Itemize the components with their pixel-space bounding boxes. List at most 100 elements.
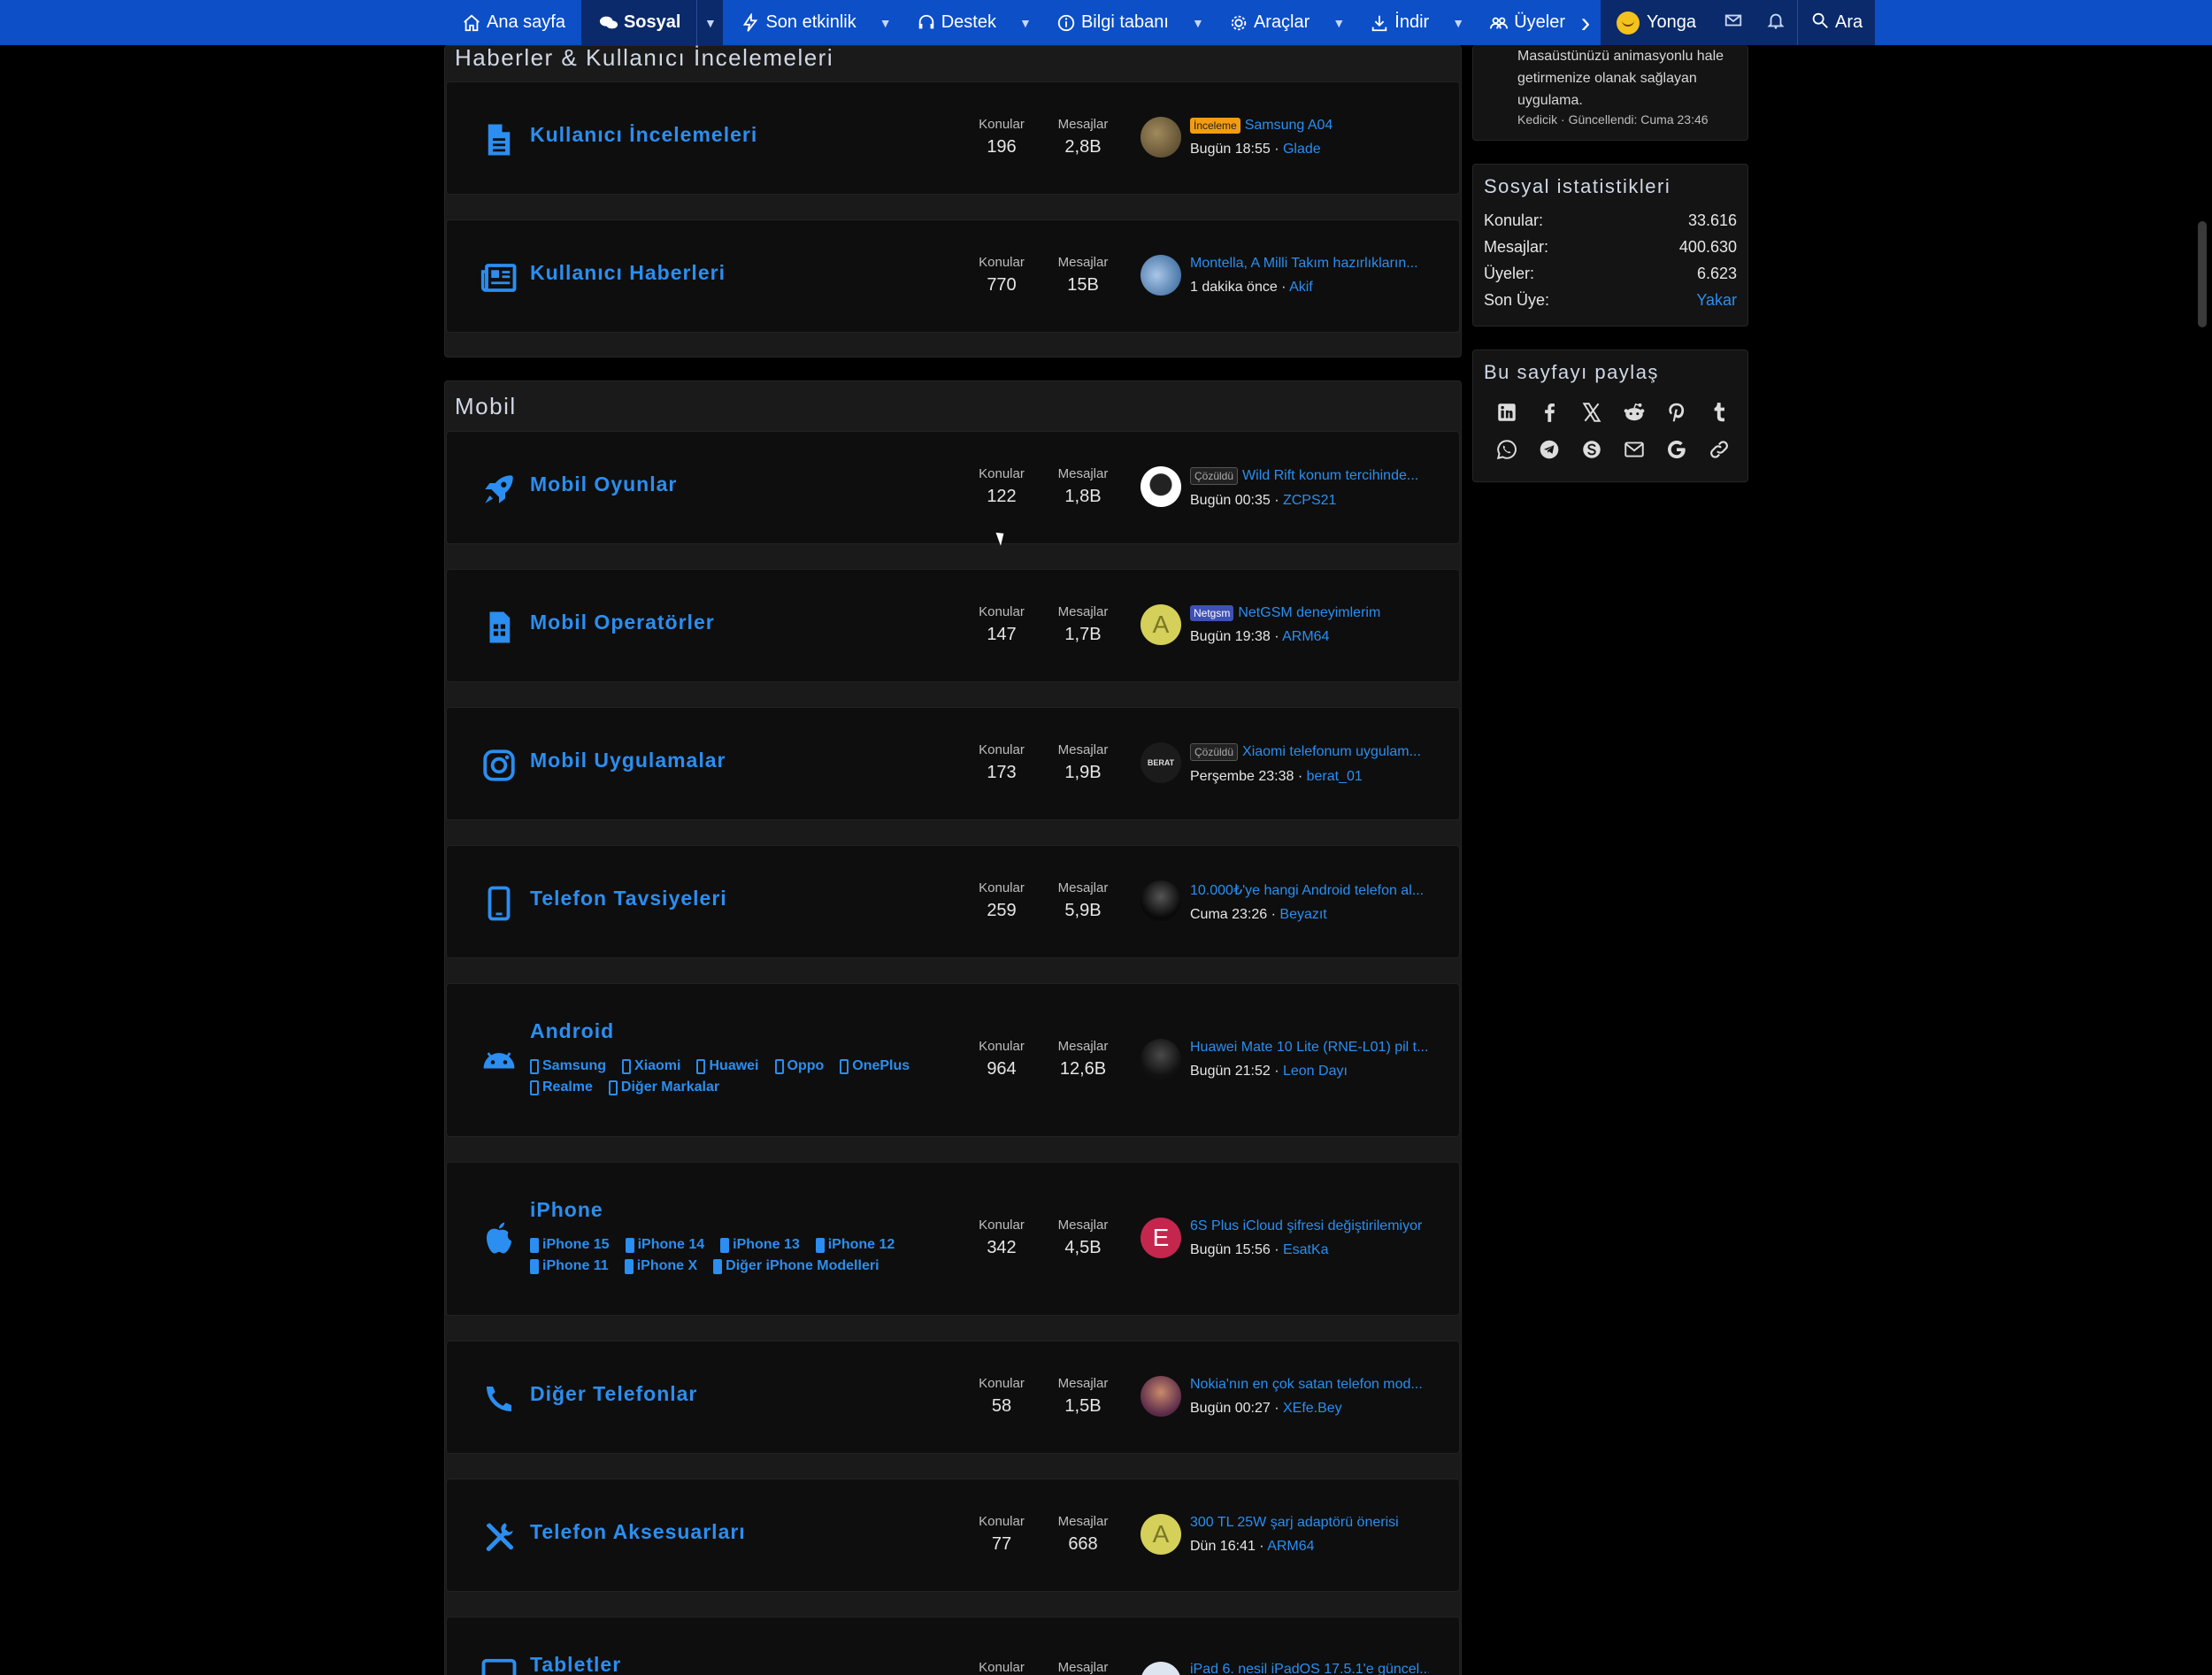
subforum-link[interactable]: iPhone 13	[720, 1237, 800, 1253]
avatar[interactable]	[1141, 117, 1181, 158]
latest-thread-link[interactable]: NetGSM deneyimlerim	[1238, 605, 1380, 621]
user-menu[interactable]: Yonga	[1601, 0, 1712, 45]
forum-title[interactable]: Diğer Telefonlar	[530, 1382, 697, 1406]
latest-thread-link[interactable]: Montella, A Milli Takım hazırlıkların...	[1190, 256, 1418, 272]
forum-title[interactable]: Mobil Oyunlar	[530, 473, 677, 496]
subforum-link[interactable]: iPhone 14	[625, 1237, 704, 1253]
linkedin-icon[interactable]	[1486, 398, 1528, 426]
forum-title[interactable]: Mobil Operatörler	[530, 611, 715, 634]
email-icon[interactable]	[1613, 435, 1655, 464]
nav-recent-dropdown[interactable]: ▼	[872, 0, 899, 45]
latest-thread-link[interactable]: Wild Rift konum tercihinde...	[1242, 468, 1418, 484]
nav-members[interactable]: Üyeler	[1471, 0, 1571, 45]
nav-social-dropdown[interactable]: ▼	[696, 0, 724, 45]
subforum-link[interactable]: iPhone 12	[815, 1237, 895, 1253]
reddit-icon[interactable]	[1613, 398, 1655, 426]
latest-user-link[interactable]: Akif	[1289, 280, 1313, 295]
forum-title[interactable]: iPhone	[530, 1198, 603, 1222]
nav-home[interactable]: Ana sayfa	[444, 0, 581, 45]
subforum-link[interactable]: Samsung	[530, 1058, 606, 1074]
latest-thread-link[interactable]: Samsung A04	[1245, 118, 1333, 134]
stat-value: 400.630	[1678, 237, 1737, 256]
latest-thread-link[interactable]: iPad 6. nesil iPadOS 17.5.1'e güncel...	[1190, 1662, 1429, 1675]
latest-thread-link[interactable]: 6S Plus iCloud şifresi değiştirilemiyor	[1190, 1218, 1422, 1234]
subforum-link[interactable]: OnePlus	[840, 1058, 910, 1074]
subforum-link[interactable]: Realme	[530, 1080, 593, 1095]
nav-recent-activity[interactable]: Son etkinlik	[723, 0, 872, 45]
subforum-link[interactable]: iPhone 15	[530, 1237, 610, 1253]
newest-member-link[interactable]: Yakar	[1696, 291, 1737, 310]
subforum-link[interactable]: Diğer Markalar	[608, 1080, 719, 1095]
nav-download-dropdown[interactable]: ▼	[1445, 0, 1471, 45]
avatar[interactable]: BERAT	[1141, 742, 1181, 783]
stat-label: Mesajlar	[1057, 742, 1109, 757]
nav-kb-dropdown[interactable]: ▼	[1185, 0, 1211, 45]
latest-user-link[interactable]: EsatKa	[1283, 1242, 1329, 1257]
avatar[interactable]	[1141, 1376, 1181, 1417]
nav-tools-dropdown[interactable]: ▼	[1325, 0, 1352, 45]
google-icon[interactable]	[1655, 435, 1698, 464]
whatsapp-icon[interactable]	[1486, 435, 1528, 464]
latest-thread-link[interactable]: 10.000₺'ye hangi Android telefon al...	[1190, 881, 1424, 899]
avatar[interactable]	[1141, 1039, 1181, 1080]
latest-user-link[interactable]: XEfe.Bey	[1283, 1401, 1342, 1416]
mobile-section-title[interactable]: Mobil	[455, 393, 517, 420]
link-icon[interactable]	[1698, 435, 1740, 464]
avatar[interactable]: A	[1141, 604, 1181, 645]
latest-thread-link[interactable]: Xiaomi telefonum uygulam...	[1242, 744, 1421, 760]
latest-time: Bugün 18:55	[1190, 142, 1271, 157]
news-section-title[interactable]: Haberler & Kullanıcı İncelemeleri	[455, 44, 833, 72]
avatar[interactable]	[1141, 1662, 1181, 1675]
subforum-link[interactable]: iPhone 11	[530, 1258, 609, 1274]
avatar[interactable]	[1141, 466, 1181, 507]
android-icon	[479, 1039, 519, 1080]
forum-title[interactable]: Telefon Aksesuarları	[530, 1520, 746, 1544]
avatar[interactable]	[1141, 255, 1181, 296]
latest-user-link[interactable]: ZCPS21	[1283, 493, 1336, 508]
nav-knowledge-base[interactable]: Bilgi tabanı	[1039, 0, 1185, 45]
tumblr-icon[interactable]	[1698, 398, 1740, 426]
subforum-link[interactable]: Oppo	[774, 1058, 824, 1074]
latest-user-link[interactable]: ARM64	[1282, 629, 1329, 644]
alerts-button[interactable]	[1755, 0, 1797, 45]
forum-node: Telefon Aksesuarları Konular 77 Mesajlar 6…	[446, 1479, 1460, 1592]
latest-user-link[interactable]: berat_01	[1307, 769, 1363, 784]
forum-title[interactable]: Kullanıcı İncelemeleri	[530, 123, 757, 147]
inbox-button[interactable]	[1712, 0, 1755, 45]
scrollbar-thumb[interactable]	[2198, 221, 2207, 327]
facebook-icon[interactable]	[1528, 398, 1571, 426]
x-icon[interactable]	[1571, 398, 1613, 426]
avatar[interactable]: A	[1141, 1514, 1181, 1555]
latest-thread-link[interactable]: 300 TL 25W şarj adaptörü önerisi	[1190, 1515, 1399, 1531]
forum-node: Mobil Operatörler Konular 147 Mesajlar 1,7…	[446, 569, 1460, 682]
latest-user-link[interactable]: ARM64	[1267, 1539, 1314, 1554]
subforum-link[interactable]: Huawei	[696, 1058, 759, 1074]
forum-title[interactable]: Android	[530, 1019, 614, 1043]
subforum-link[interactable]: iPhone X	[624, 1258, 697, 1274]
forum-title[interactable]: Telefon Tavsiyeleri	[530, 887, 727, 910]
search-button[interactable]: Ara	[1797, 0, 1876, 45]
nav-support[interactable]: Destek	[899, 0, 1012, 45]
latest-user-link[interactable]: Beyazıt	[1279, 907, 1326, 922]
forum-title[interactable]: Mobil Uygulamalar	[530, 749, 726, 772]
latest-user-link[interactable]: Glade	[1283, 142, 1321, 157]
nav-scroll-right[interactable]: ›	[1571, 0, 1601, 45]
nav-download[interactable]: İndir	[1352, 0, 1445, 45]
avatar[interactable]: E	[1141, 1218, 1181, 1258]
latest-user-link[interactable]: Leon Dayı	[1283, 1064, 1348, 1079]
forum-title[interactable]: Tabletler	[530, 1653, 621, 1675]
latest-thread-link[interactable]: Huawei Mate 10 Lite (RNE-L01) pil t...	[1190, 1040, 1428, 1056]
nav-social[interactable]: Sosyal	[580, 0, 697, 45]
mobile-phone-icon	[530, 1258, 539, 1274]
threads-stat: Konular 147	[962, 604, 1041, 645]
subforum-link[interactable]: Xiaomi	[622, 1058, 680, 1074]
pinterest-icon[interactable]	[1655, 398, 1698, 426]
nav-tools[interactable]: Araçlar	[1211, 0, 1325, 45]
avatar[interactable]	[1141, 880, 1181, 921]
forum-title[interactable]: Kullanıcı Haberleri	[530, 261, 726, 285]
nav-support-dropdown[interactable]: ▼	[1012, 0, 1039, 45]
telegram-icon[interactable]	[1528, 435, 1571, 464]
latest-thread-link[interactable]: Nokia'nın en çok satan telefon mod...	[1190, 1377, 1423, 1393]
skype-icon[interactable]	[1571, 435, 1613, 464]
subforum-link[interactable]: Diğer iPhone Modelleri	[713, 1258, 879, 1274]
